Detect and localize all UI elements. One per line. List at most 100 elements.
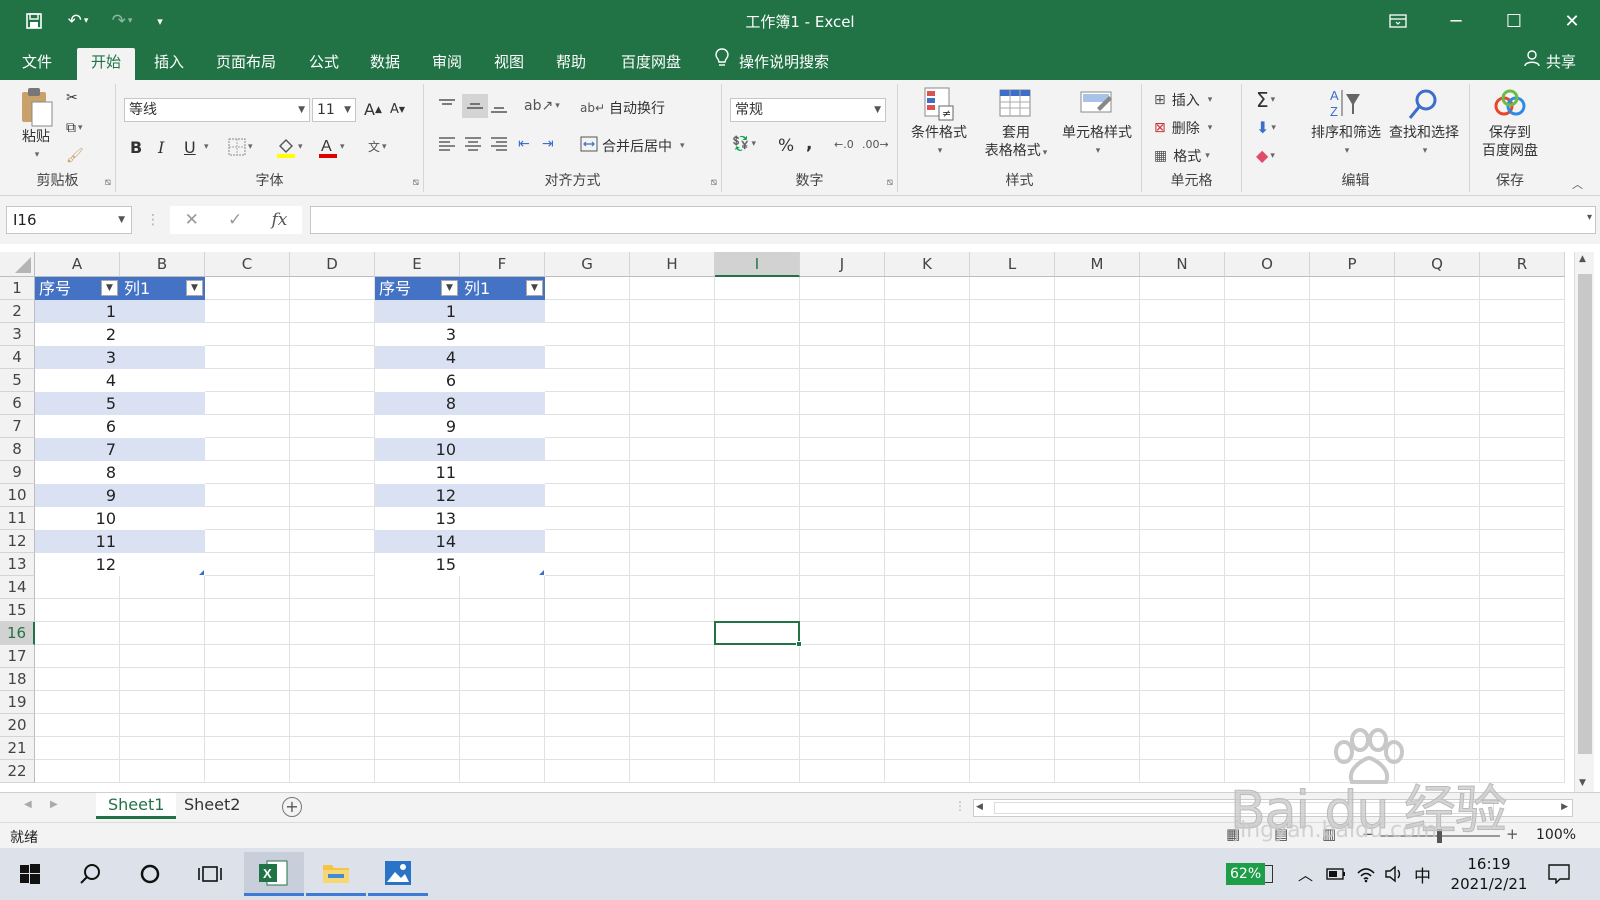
vertical-scrollbar[interactable]: ▲ ▼	[1574, 252, 1594, 792]
table-resize-handle[interactable]	[199, 570, 204, 575]
filter-dropdown-icon[interactable]: ▼	[101, 280, 118, 296]
sheet-tab-sheet2[interactable]: Sheet2	[172, 793, 252, 819]
search-icon[interactable]	[62, 852, 118, 896]
zoom-slider-thumb[interactable]	[1437, 829, 1442, 843]
increase-font-size-icon[interactable]: A ▲	[364, 100, 382, 119]
scroll-down-icon[interactable]: ▼	[1579, 778, 1586, 788]
column-header[interactable]: E	[375, 252, 460, 277]
minimize-icon[interactable]: ─	[1436, 6, 1476, 36]
conditional-formatting-button[interactable]: ≠ 条件格式 ▾	[904, 86, 974, 160]
find-select-button[interactable]: 查找和选择 ▾	[1382, 86, 1466, 160]
table1-col1-cell[interactable]	[120, 323, 205, 346]
orientation-icon[interactable]: ab↗ ▾	[524, 98, 560, 114]
notification-icon[interactable]	[1548, 848, 1570, 900]
cell-styles-button[interactable]: 单元格样式 ▾	[1054, 86, 1140, 160]
input-method-indicator[interactable]: 中	[1414, 848, 1431, 900]
collapse-ribbon-icon[interactable]: ︿	[1572, 176, 1583, 192]
column-header[interactable]: D	[290, 252, 375, 277]
number-format-select[interactable]: 常规 ▼	[730, 98, 886, 122]
table2-col1-cell[interactable]	[460, 346, 545, 369]
column-header[interactable]: Q	[1395, 252, 1480, 277]
font-dialog-launcher-icon[interactable]: ⧅	[413, 177, 419, 188]
table1-col1-cell[interactable]	[120, 507, 205, 530]
table2-seq-cell[interactable]: 10	[375, 438, 460, 461]
table1-header-cell[interactable]: 列1 ▼	[120, 277, 205, 300]
table1-col1-cell[interactable]	[120, 415, 205, 438]
table2-seq-cell[interactable]: 1	[375, 300, 460, 323]
table2-col1-cell[interactable]	[460, 415, 545, 438]
taskbar-excel-icon[interactable]: X	[244, 852, 304, 896]
expand-formula-bar-icon[interactable]: ▾	[1587, 212, 1592, 223]
decrease-decimal-icon[interactable]: .00→	[862, 138, 889, 151]
horizontal-scroll-thumb[interactable]	[994, 802, 1494, 814]
zoom-in-icon[interactable]: +	[1506, 825, 1519, 843]
column-header[interactable]: O	[1225, 252, 1310, 277]
table2-seq-cell[interactable]: 15	[375, 553, 460, 576]
filter-dropdown-icon[interactable]: ▼	[441, 280, 458, 296]
table1-seq-cell[interactable]: 5	[35, 392, 120, 415]
column-header[interactable]: N	[1140, 252, 1225, 277]
vertical-scroll-thumb[interactable]	[1578, 274, 1592, 754]
table2-col1-cell[interactable]	[460, 484, 545, 507]
show-hidden-icons-icon[interactable]: ︿	[1298, 848, 1313, 900]
autosum-icon[interactable]: Σ ▾	[1256, 88, 1275, 112]
table1-seq-cell[interactable]: 1	[35, 300, 120, 323]
align-center-icon[interactable]	[464, 136, 482, 152]
column-header[interactable]: G	[545, 252, 630, 277]
taskbar-file-explorer-icon[interactable]	[306, 852, 366, 896]
font-name-select[interactable]: 等线 ▼	[124, 98, 310, 122]
table2-header-cell[interactable]: 序号 ▼	[375, 277, 460, 300]
fill-icon[interactable]: ⬇ ▾	[1256, 118, 1276, 137]
row-header[interactable]: 14	[0, 576, 35, 599]
table1-seq-cell[interactable]: 7	[35, 438, 120, 461]
table2-seq-cell[interactable]: 12	[375, 484, 460, 507]
table1-col1-cell[interactable]	[120, 553, 205, 576]
row-header[interactable]: 15	[0, 599, 35, 622]
table2-seq-cell[interactable]: 8	[375, 392, 460, 415]
bold-button[interactable]: B	[130, 138, 142, 157]
row-header[interactable]: 12	[0, 530, 35, 553]
zoom-out-icon[interactable]: −	[1362, 825, 1375, 843]
zoom-slider[interactable]	[1380, 829, 1500, 843]
align-top-icon[interactable]	[438, 98, 456, 114]
formula-input[interactable]	[310, 206, 1596, 234]
column-header[interactable]: B	[120, 252, 205, 277]
new-sheet-icon[interactable]: +	[282, 797, 302, 817]
table2-header-cell[interactable]: 列1 ▼	[460, 277, 545, 300]
column-header[interactable]: I	[715, 252, 800, 277]
table-resize-handle[interactable]	[539, 570, 544, 575]
column-header[interactable]: F	[460, 252, 545, 277]
row-header[interactable]: 18	[0, 668, 35, 691]
table1-seq-cell[interactable]: 10	[35, 507, 120, 530]
table2-col1-cell[interactable]	[460, 530, 545, 553]
scroll-left-icon[interactable]: ◀	[976, 802, 983, 812]
tab-data[interactable]: 数据	[356, 48, 414, 80]
table2-seq-cell[interactable]: 9	[375, 415, 460, 438]
select-all-button[interactable]	[0, 252, 35, 277]
table1-col1-cell[interactable]	[120, 484, 205, 507]
insert-function-button[interactable]: fx	[272, 210, 288, 230]
scroll-right-icon[interactable]: ▶	[1561, 802, 1568, 812]
table2-seq-cell[interactable]: 13	[375, 507, 460, 530]
zoom-level[interactable]: 100%	[1536, 827, 1576, 843]
column-header[interactable]: J	[800, 252, 885, 277]
comma-style-button[interactable]: ,	[806, 134, 812, 154]
percent-style-button[interactable]: %	[778, 136, 794, 156]
table2-seq-cell[interactable]: 11	[375, 461, 460, 484]
filter-dropdown-icon[interactable]: ▼	[186, 280, 203, 296]
volume-icon[interactable]	[1384, 848, 1404, 900]
row-header[interactable]: 19	[0, 691, 35, 714]
table1-col1-cell[interactable]	[120, 461, 205, 484]
tab-help[interactable]: 帮助	[542, 48, 600, 80]
table1-col1-cell[interactable]	[120, 300, 205, 323]
tab-home[interactable]: 开始	[77, 48, 136, 80]
scroll-up-icon[interactable]: ▲	[1579, 254, 1586, 264]
row-header[interactable]: 3	[0, 323, 35, 346]
table1-seq-cell[interactable]: 11	[35, 530, 120, 553]
table2-col1-cell[interactable]	[460, 507, 545, 530]
close-icon[interactable]: ✕	[1552, 6, 1592, 36]
windows-start-icon[interactable]	[2, 852, 58, 896]
table1-seq-cell[interactable]: 9	[35, 484, 120, 507]
column-header[interactable]: H	[630, 252, 715, 277]
tab-split-grip-icon[interactable]: ⋮	[954, 799, 966, 813]
